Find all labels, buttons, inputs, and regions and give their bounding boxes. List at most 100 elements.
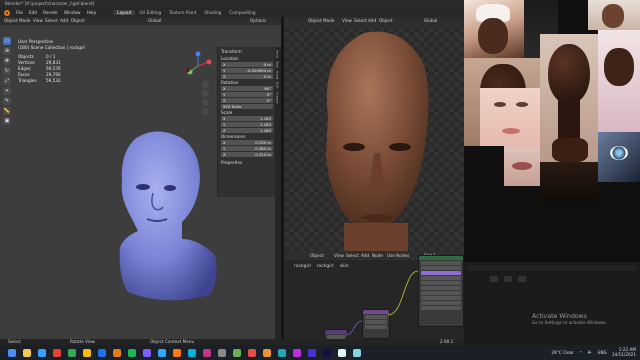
scale-z-field[interactable]: Z 1.163: [221, 128, 273, 133]
menu-help[interactable]: Help: [84, 10, 100, 15]
secondary-app-icon-2[interactable]: [504, 276, 512, 282]
tab-layout[interactable]: Layout: [113, 10, 136, 15]
taskbar-app-icon-8[interactable]: [112, 348, 121, 357]
tab-compositing[interactable]: Compositing: [225, 10, 259, 15]
right-object-menu[interactable]: Object: [379, 18, 393, 23]
annotate-icon[interactable]: ✎: [3, 97, 11, 105]
blender-logo-icon[interactable]: [4, 9, 10, 16]
left-add-menu[interactable]: Add: [60, 18, 68, 23]
tab-texture-paint[interactable]: Texture Paint: [165, 10, 200, 15]
rotation-mode-dropdown[interactable]: XYZ Euler: [221, 104, 273, 109]
tab-shading[interactable]: Shading: [200, 10, 225, 15]
scale-icon[interactable]: ⤢: [3, 77, 11, 85]
right-view-menu[interactable]: View: [342, 18, 352, 23]
taskbar-app-icon-2[interactable]: [22, 348, 31, 357]
menu-file[interactable]: File: [13, 10, 26, 15]
dimensions-x-field[interactable]: X 0.259 m: [221, 140, 273, 145]
volume-icon[interactable]: 🔈: [588, 349, 593, 355]
taskbar-app-icon-19[interactable]: [277, 348, 286, 357]
taskbar-app-icon-12[interactable]: [172, 348, 181, 357]
location-y-field[interactable]: Y -0.020694 m: [221, 68, 273, 73]
shader-editor[interactable]: Object View Select Add Node Use Nodes Sl…: [284, 251, 464, 345]
taskbar-app-icon-15[interactable]: [217, 348, 226, 357]
zoom-icon[interactable]: [202, 81, 209, 88]
taskbar-app-icon-14[interactable]: [202, 348, 211, 357]
scale-y-field[interactable]: Y 1.163: [221, 122, 273, 127]
taskbar-app-icon-7[interactable]: [97, 348, 106, 357]
right-select-menu[interactable]: Select: [354, 18, 367, 23]
tab-edit[interactable]: Edit: [275, 82, 279, 89]
reference-photo-bald-profile[interactable]: [540, 34, 598, 162]
wifi-icon[interactable]: ◠: [579, 350, 583, 355]
taskbar-app-icon-4[interactable]: [52, 348, 61, 357]
taskbar-app-icon-10[interactable]: [142, 348, 151, 357]
taskbar-app-icon-23[interactable]: [337, 348, 346, 357]
reference-photo-towel-portrait[interactable]: [464, 0, 524, 58]
scale-x-field[interactable]: X 1.163: [221, 116, 273, 121]
move-icon[interactable]: ✥: [3, 57, 11, 65]
reference-photo-neck[interactable]: [540, 162, 598, 202]
navigation-gizmo[interactable]: [183, 51, 213, 81]
taskbar-app-icon-21[interactable]: [307, 348, 316, 357]
taskbar-app-icon-20[interactable]: [292, 348, 301, 357]
taskbar-app-icon-3[interactable]: [37, 348, 46, 357]
taskbar-app-icon-6[interactable]: [82, 348, 91, 357]
taskbar-app-icon-17[interactable]: [247, 348, 256, 357]
rotation-y-field[interactable]: Y 0°: [221, 92, 273, 97]
tab-create[interactable]: Create: [275, 92, 279, 104]
rotate-icon[interactable]: ↻: [3, 67, 11, 75]
left-mode-dropdown[interactable]: Object Mode: [4, 18, 30, 23]
left-select-menu[interactable]: Select: [45, 18, 58, 23]
perspective-grid-icon[interactable]: [202, 108, 209, 115]
reference-image-board[interactable]: [464, 0, 640, 262]
secondary-app-icon-1[interactable]: [490, 276, 498, 282]
left-orientation-dropdown[interactable]: Global: [148, 18, 161, 23]
menu-window[interactable]: Window: [61, 10, 84, 15]
reference-photo-top-right[interactable]: [588, 0, 640, 30]
transform-icon[interactable]: ⌖: [3, 87, 11, 95]
right-mode-dropdown[interactable]: Object Mode: [308, 18, 334, 23]
taskbar-app-icon-5[interactable]: [67, 348, 76, 357]
taskbar-clock[interactable]: 1:22 AM 14/11/2021: [612, 347, 636, 357]
left-3d-viewport[interactable]: Object Mode View Select Add Object Globa…: [0, 17, 281, 345]
reference-photo-eye-closeup[interactable]: [598, 132, 640, 182]
secondary-app-icon-3[interactable]: [518, 276, 526, 282]
tab-view[interactable]: View: [275, 71, 279, 79]
camera-icon[interactable]: [202, 99, 209, 106]
right-orientation-dropdown[interactable]: Global: [424, 18, 437, 23]
select-box-icon[interactable]: ▭: [3, 37, 11, 45]
taskbar-app-icon-22[interactable]: [322, 348, 331, 357]
taskbar-app-icon-1[interactable]: [7, 348, 16, 357]
taskbar-app-icon-11[interactable]: [157, 348, 166, 357]
language-indicator[interactable]: ENG: [598, 350, 607, 355]
tab-uv-editing[interactable]: UV Editing: [135, 10, 165, 15]
taskbar-app-icon-16[interactable]: [232, 348, 241, 357]
left-options-button[interactable]: Options: [250, 18, 266, 23]
properties-header[interactable]: Properties: [221, 160, 273, 165]
sculpt-head-model[interactable]: [100, 127, 230, 307]
menu-render[interactable]: Render: [40, 10, 61, 15]
secondary-app-window[interactable]: [464, 262, 640, 345]
taskbar-app-icon-9[interactable]: [127, 348, 136, 357]
rotation-x-field[interactable]: X 90°: [221, 86, 273, 91]
dimensions-z-field[interactable]: Z 0.313 m: [221, 152, 273, 157]
tab-item[interactable]: Item: [275, 50, 279, 58]
reference-photo-pink[interactable]: [598, 30, 640, 132]
taskbar-app-icon-13[interactable]: [187, 348, 196, 357]
right-add-menu[interactable]: Add: [368, 18, 376, 23]
tab-tool[interactable]: Tool: [275, 61, 279, 68]
location-x-field[interactable]: X0 m: [221, 62, 273, 67]
right-3d-viewport[interactable]: Object Mode View Select Add Object Globa…: [284, 17, 464, 251]
add-cube-icon[interactable]: ▣: [3, 117, 11, 125]
reference-photo-light-face[interactable]: [480, 88, 540, 146]
rotation-z-field[interactable]: Z 0°: [221, 98, 273, 103]
transform-header[interactable]: Transform: [221, 49, 273, 54]
measure-icon[interactable]: 📏: [3, 107, 11, 115]
taskbar-app-icon-18[interactable]: [262, 348, 271, 357]
menu-edit[interactable]: Edit: [26, 10, 40, 15]
left-object-menu[interactable]: Object: [71, 18, 85, 23]
taskbar-app-icon-24[interactable]: [352, 348, 361, 357]
weather-widget[interactable]: 29°C Clear: [551, 350, 574, 355]
dimensions-y-field[interactable]: Y 0.383 m: [221, 146, 273, 151]
cursor-icon[interactable]: ⊕: [3, 47, 11, 55]
